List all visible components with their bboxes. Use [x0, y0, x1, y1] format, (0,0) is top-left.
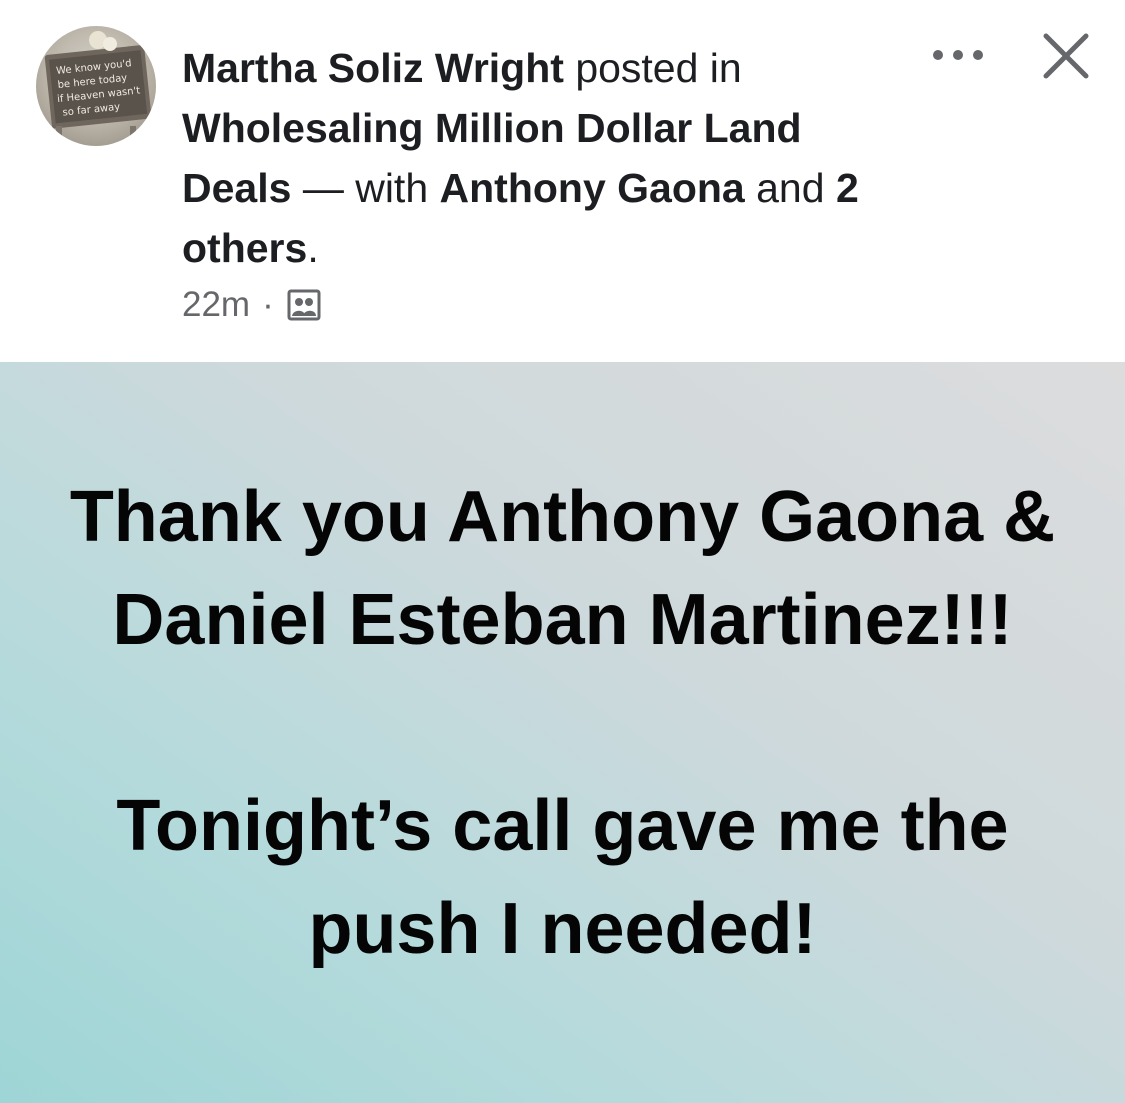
post-paragraph-2: Tonight’s call gave me the push I needed… [116, 786, 1009, 969]
post-body: Thank you Anthony Gaona & Daniel Esteban… [0, 362, 1125, 1103]
post-paragraph-1: Thank you Anthony Gaona & Daniel Esteban… [69, 477, 1056, 660]
avatar-image: We know you'd be here today if Heaven wa… [44, 31, 152, 146]
with-label: — with [291, 165, 440, 211]
and-label: and [744, 165, 836, 211]
meta-separator: · [262, 285, 274, 324]
post-header-text: Martha Soliz Wright posted in Wholesalin… [182, 38, 902, 278]
avatar[interactable]: We know you'd be here today if Heaven wa… [36, 26, 156, 146]
more-options-button[interactable] [925, 30, 991, 80]
post-text: Thank you Anthony Gaona & Daniel Esteban… [40, 466, 1085, 981]
posted-in-label: posted in [563, 45, 742, 91]
period: . [307, 225, 319, 271]
post-header: We know you'd be here today if Heaven wa… [0, 0, 1125, 362]
post-meta: 22m · [182, 280, 322, 330]
close-button[interactable] [1034, 24, 1098, 88]
tagged-person[interactable]: Anthony Gaona [440, 165, 745, 211]
timestamp[interactable]: 22m [182, 285, 250, 325]
more-options-icon [933, 50, 983, 60]
close-icon [1043, 33, 1089, 79]
author-name[interactable]: Martha Soliz Wright [182, 45, 564, 91]
group-icon [286, 287, 322, 323]
